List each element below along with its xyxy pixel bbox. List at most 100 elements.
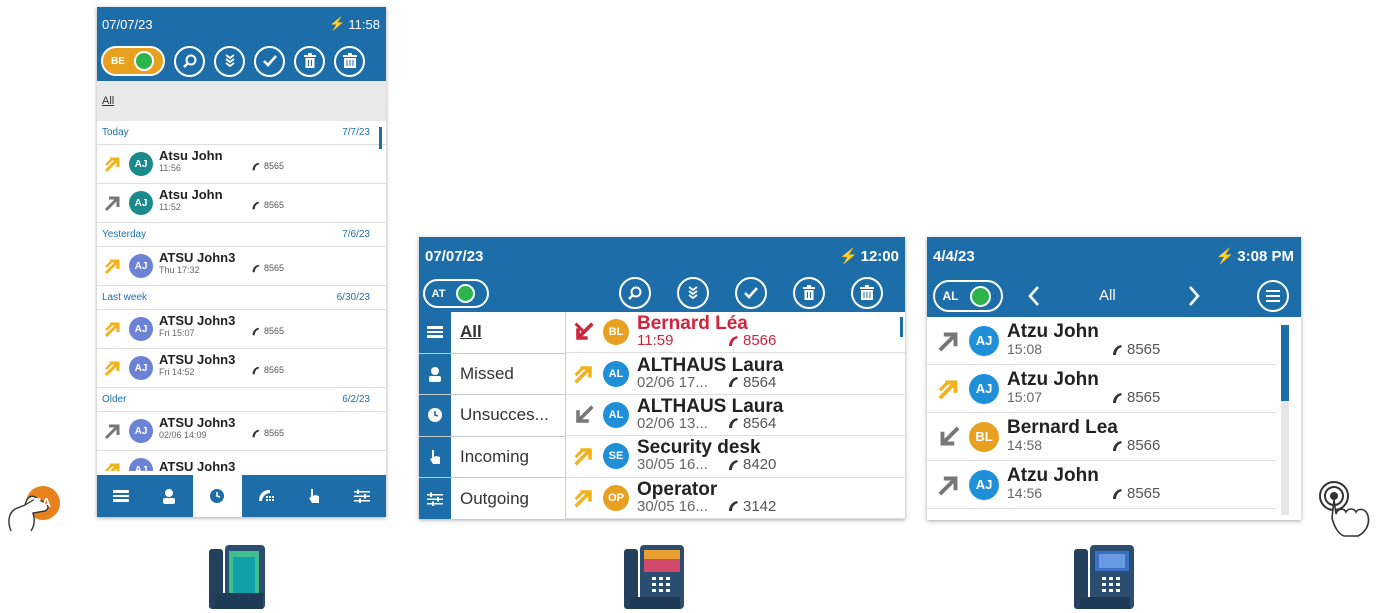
toolbar: AL All <box>927 275 1301 317</box>
delete-button[interactable] <box>793 277 825 309</box>
call-time: Thu 17:32 <box>159 265 200 275</box>
next-filter-button[interactable] <box>1185 283 1203 309</box>
nav-outgoing[interactable]: Outgoing <box>419 478 565 519</box>
status-bar: 07/07/23 ⚡ 12:00 <box>419 237 905 275</box>
status-bar: 07/07/23 ⚡ 11:58 <box>97 7 386 41</box>
desk-phone-icon-2 <box>620 545 686 609</box>
delete-button[interactable] <box>294 45 325 77</box>
history-icon <box>428 408 442 423</box>
presence-toggle[interactable]: AL <box>933 280 1003 312</box>
hand-touch-icon-left: SA <box>5 483 67 533</box>
previous-filter-button[interactable] <box>1025 283 1043 309</box>
section-date: 6/2/23 <box>342 394 370 405</box>
nav-label: All <box>460 322 482 342</box>
phone-icon <box>252 162 260 170</box>
contact-avatar: AJ <box>129 317 153 341</box>
search-button[interactable] <box>174 45 205 77</box>
call-row[interactable]: AJ Atsu John 11:52 8565 <box>97 184 386 223</box>
nav-missed[interactable]: Missed <box>419 353 565 395</box>
phone-icon <box>1113 440 1122 451</box>
nav-menu[interactable] <box>97 475 145 517</box>
nav-gesture[interactable] <box>290 475 338 517</box>
call-row[interactable]: AL ALTHAUS Laura 02/06 13... 8564 <box>566 395 905 437</box>
check-icon <box>262 55 277 67</box>
contact-name: ATSU John3 <box>159 459 236 472</box>
call-row[interactable]: BL Bernard Léa 11:59 8566 <box>566 312 905 354</box>
user-avatar: BE <box>106 49 130 73</box>
call-direction <box>935 328 963 354</box>
filter-bar[interactable]: All <box>97 81 386 121</box>
call-row[interactable]: AJ Atzu John 15:07 8565 <box>927 365 1277 413</box>
delete-all-button[interactable] <box>851 277 883 309</box>
contact-avatar: AJ <box>129 191 153 215</box>
call-row[interactable]: AJ ATSU John3 Fri 15:07 8565 <box>97 310 386 349</box>
incoming-call-icon <box>940 426 960 445</box>
call-list: Today 7/7/23 AJ Atsu John 11:56 8565 AJ Atsu Jo… <box>97 121 386 471</box>
call-row[interactable]: SE Security desk 30/05 16... 8420 <box>566 436 905 478</box>
contact-avatar: AL <box>603 401 629 428</box>
call-row[interactable]: BL Bernard Lea 14:58 8566 <box>927 413 1277 461</box>
call-row[interactable]: AJ ATSU John3 02/06 14:09 8565 <box>97 412 386 451</box>
call-time: 15:08 <box>1007 341 1043 357</box>
delete-all-button[interactable] <box>334 45 365 77</box>
user-avatar: AL <box>938 283 963 309</box>
call-row[interactable]: AJ ATSU John3 Thu 17:32 8565 <box>97 247 386 286</box>
phone-number-text: 8565 <box>1127 485 1161 502</box>
scrollbar[interactable] <box>1281 325 1289 401</box>
call-row[interactable]: AL ALTHAUS Laura 02/06 17... 8564 <box>566 353 905 395</box>
call-row[interactable]: AJ Atzu John 14:56 8565 <box>927 461 1277 509</box>
delete-all-icon <box>860 285 874 300</box>
call-time: 30/05 16... <box>637 456 708 474</box>
call-row[interactable]: AJ Atsu John 11:56 8565 <box>97 145 386 184</box>
menu-icon <box>427 326 443 339</box>
contact-avatar: AJ <box>969 373 999 404</box>
call-time: 15:07 <box>1007 389 1043 405</box>
nav-unsucces[interactable]: Unsucces... <box>419 395 565 436</box>
call-row[interactable]: AJ ATSU John3 Fri 14:52 8565 <box>97 349 386 388</box>
desk-phone-icon-3 <box>1070 545 1136 609</box>
call-row[interactable]: OP Operator 30/05 16... 3142 <box>566 478 905 519</box>
call-direction <box>571 362 597 386</box>
contact-avatar: AJ <box>129 152 153 176</box>
section-header: Today 7/7/23 <box>97 121 386 145</box>
desk-phone-icon-1 <box>203 545 269 609</box>
gesture-icon <box>308 489 319 503</box>
presence-toggle[interactable]: BE <box>101 46 165 76</box>
nav-contacts[interactable] <box>145 475 193 517</box>
nav-incoming[interactable]: Incoming <box>419 436 565 478</box>
phone-number-text: 8565 <box>264 263 285 273</box>
nav-history[interactable] <box>193 475 242 517</box>
phone-number: 8564 <box>727 375 776 390</box>
scrollbar[interactable] <box>900 317 903 337</box>
presence-toggle[interactable]: AT <box>423 279 489 308</box>
nav-dialpad[interactable] <box>242 475 290 517</box>
call-direction <box>935 472 963 498</box>
scrollbar[interactable] <box>379 127 382 149</box>
phone-icon <box>1113 344 1122 355</box>
filter-down-button[interactable] <box>677 277 709 309</box>
outgoing-call-icon <box>104 196 120 212</box>
status-date: 07/07/23 <box>425 247 484 265</box>
select-button[interactable] <box>254 45 285 77</box>
call-row[interactable]: AJ Atzu John 15:08 8565 <box>927 317 1277 365</box>
phone-number: 8565 <box>1111 390 1160 405</box>
search-icon <box>628 286 642 300</box>
call-time: 14:58 <box>1007 437 1043 453</box>
select-button[interactable] <box>735 277 767 309</box>
call-row[interactable]: AJ ATSU John3 <box>97 451 386 471</box>
filter-down-button[interactable] <box>214 45 245 77</box>
contact-name: ATSU John3 <box>159 415 236 430</box>
call-time: 11:59 <box>637 332 674 350</box>
user-avatar: AT <box>427 282 450 305</box>
phone-number-text: 8565 <box>1127 389 1161 406</box>
phone-number: 8420 <box>727 457 776 472</box>
menu-button[interactable] <box>1257 280 1289 312</box>
contact-name: Bernard Lea <box>1007 417 1118 438</box>
section-header: Last week 6/30/23 <box>97 286 386 310</box>
phone-number: 8565 <box>251 428 284 438</box>
phone-icon <box>729 335 738 346</box>
nav-all[interactable]: All <box>419 312 565 353</box>
nav-settings[interactable] <box>338 475 386 517</box>
phone-icon <box>252 327 260 335</box>
search-button[interactable] <box>619 277 651 309</box>
